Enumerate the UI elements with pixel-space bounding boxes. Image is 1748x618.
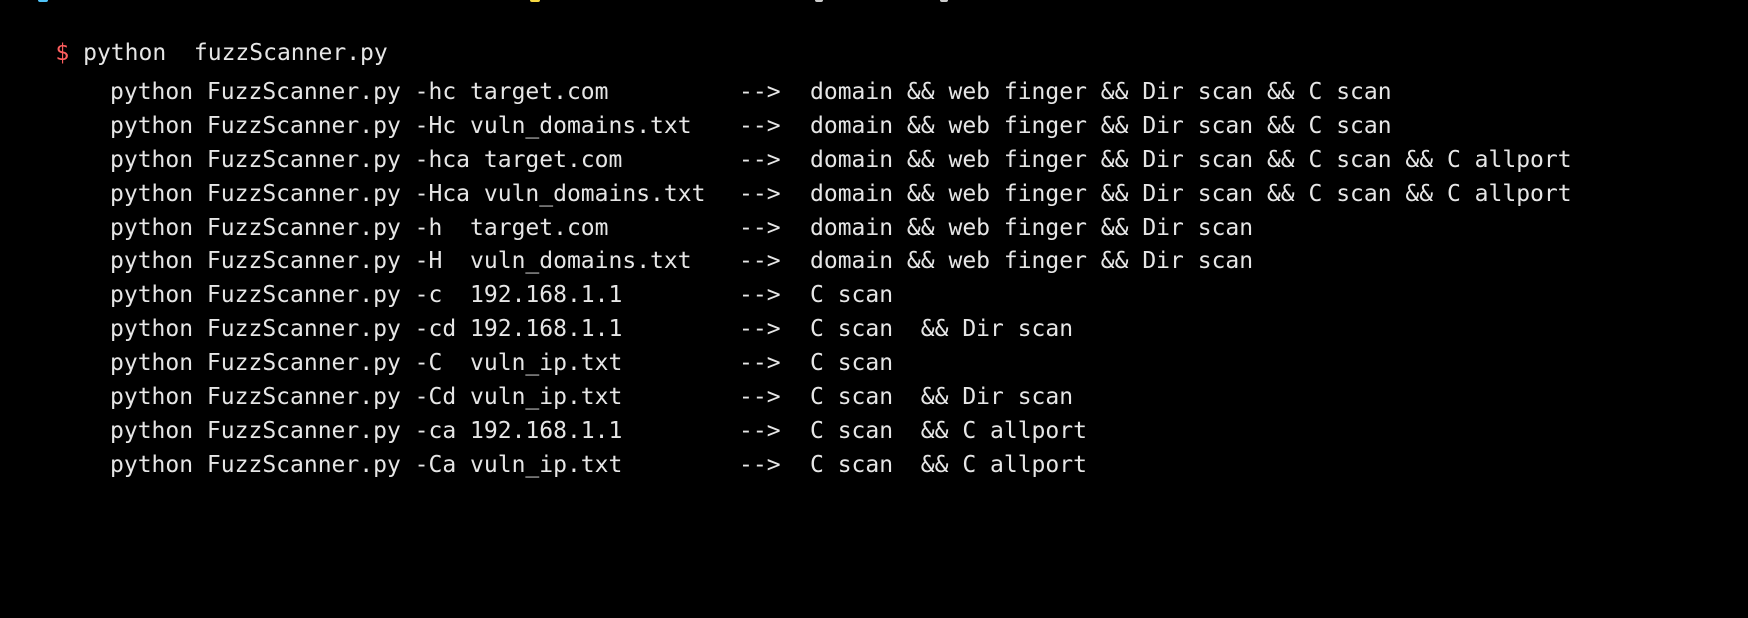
usage-arrow: --> <box>739 316 781 343</box>
usage-command: python FuzzScanner.py -Cd vuln_ip.txt <box>110 384 623 411</box>
usage-command: python FuzzScanner.py -c 192.168.1.1 <box>110 282 623 309</box>
prev-fragment-white-1 <box>815 0 823 2</box>
usage-description: C scan && Dir scan <box>810 316 1074 343</box>
prev-fragment-cyan <box>38 0 48 2</box>
usage-command: python FuzzScanner.py -C vuln_ip.txt <box>110 350 623 377</box>
usage-command: python FuzzScanner.py -Hca vuln_domains.… <box>110 180 706 207</box>
usage-description: C scan <box>810 282 894 309</box>
usage-arrow: --> <box>739 214 781 241</box>
usage-arrow: --> <box>739 248 781 275</box>
usage-line: python FuzzScanner.py -ca 192.168.1.1 --… <box>110 415 1087 449</box>
usage-line: python FuzzScanner.py -H vuln_domains.tx… <box>110 245 1253 279</box>
usage-description: domain && web finger && Dir scan <box>810 214 1254 241</box>
usage-arrow: --> <box>739 384 781 411</box>
usage-line: python FuzzScanner.py -Hc vuln_domains.t… <box>110 110 1392 144</box>
usage-command: python FuzzScanner.py -Ca vuln_ip.txt <box>110 451 623 478</box>
usage-description: domain && web finger && Dir scan && C sc… <box>810 146 1572 173</box>
usage-command: python FuzzScanner.py -ca 192.168.1.1 <box>110 417 623 444</box>
usage-description: domain && web finger && Dir scan && C sc… <box>810 180 1572 207</box>
prev-fragment-white-2 <box>940 0 948 2</box>
usage-description: C scan && Dir scan <box>810 384 1074 411</box>
usage-arrow: --> <box>739 180 781 207</box>
usage-arrow: --> <box>739 146 781 173</box>
usage-arrow: --> <box>739 282 781 309</box>
usage-line: python FuzzScanner.py -h target.com --> … <box>110 212 1253 246</box>
usage-description: domain && web finger && Dir scan && C sc… <box>810 79 1392 105</box>
usage-command: python FuzzScanner.py -h target.com <box>110 214 609 241</box>
usage-line: python FuzzScanner.py -C vuln_ip.txt -->… <box>110 347 893 381</box>
usage-line: python FuzzScanner.py -Hca vuln_domains.… <box>110 178 1572 212</box>
usage-line: python FuzzScanner.py -Ca vuln_ip.txt --… <box>110 449 1087 483</box>
usage-arrow: --> <box>739 451 781 478</box>
usage-output: python FuzzScanner.py -hc target.com -->… <box>110 76 1572 483</box>
usage-arrow: --> <box>739 79 781 105</box>
usage-command: python FuzzScanner.py -cd 192.168.1.1 <box>110 316 623 343</box>
prev-fragment-yellow <box>530 0 540 2</box>
usage-arrow: --> <box>739 417 781 444</box>
usage-description: C scan && C allport <box>810 451 1087 478</box>
entered-command: python fuzzScanner.py <box>69 40 388 66</box>
usage-description: domain && web finger && Dir scan && C sc… <box>810 112 1392 139</box>
usage-description: C scan <box>810 350 894 377</box>
usage-line: python FuzzScanner.py -hca target.com --… <box>110 144 1572 178</box>
usage-command: python FuzzScanner.py -Hc vuln_domains.t… <box>110 112 692 139</box>
usage-command: python FuzzScanner.py -hc target.com <box>110 79 609 105</box>
usage-line: python FuzzScanner.py -Cd vuln_ip.txt --… <box>110 381 1073 415</box>
usage-line: python FuzzScanner.py -c 192.168.1.1 -->… <box>110 279 893 313</box>
usage-description: domain && web finger && Dir scan <box>810 248 1254 275</box>
previous-prompt-fragment <box>0 0 1748 4</box>
usage-line: python FuzzScanner.py -cd 192.168.1.1 --… <box>110 313 1073 347</box>
usage-description: C scan && C allport <box>810 417 1087 444</box>
terminal-window[interactable]: $ python fuzzScanner.py python FuzzScann… <box>0 0 1748 514</box>
prompt-symbol: $ <box>55 40 70 66</box>
usage-command: python FuzzScanner.py -hca target.com <box>110 146 623 173</box>
usage-arrow: --> <box>739 350 781 377</box>
usage-arrow: --> <box>739 112 781 139</box>
usage-command: python FuzzScanner.py -H vuln_domains.tx… <box>110 248 692 275</box>
usage-line: python FuzzScanner.py -hc target.com -->… <box>110 76 1392 110</box>
